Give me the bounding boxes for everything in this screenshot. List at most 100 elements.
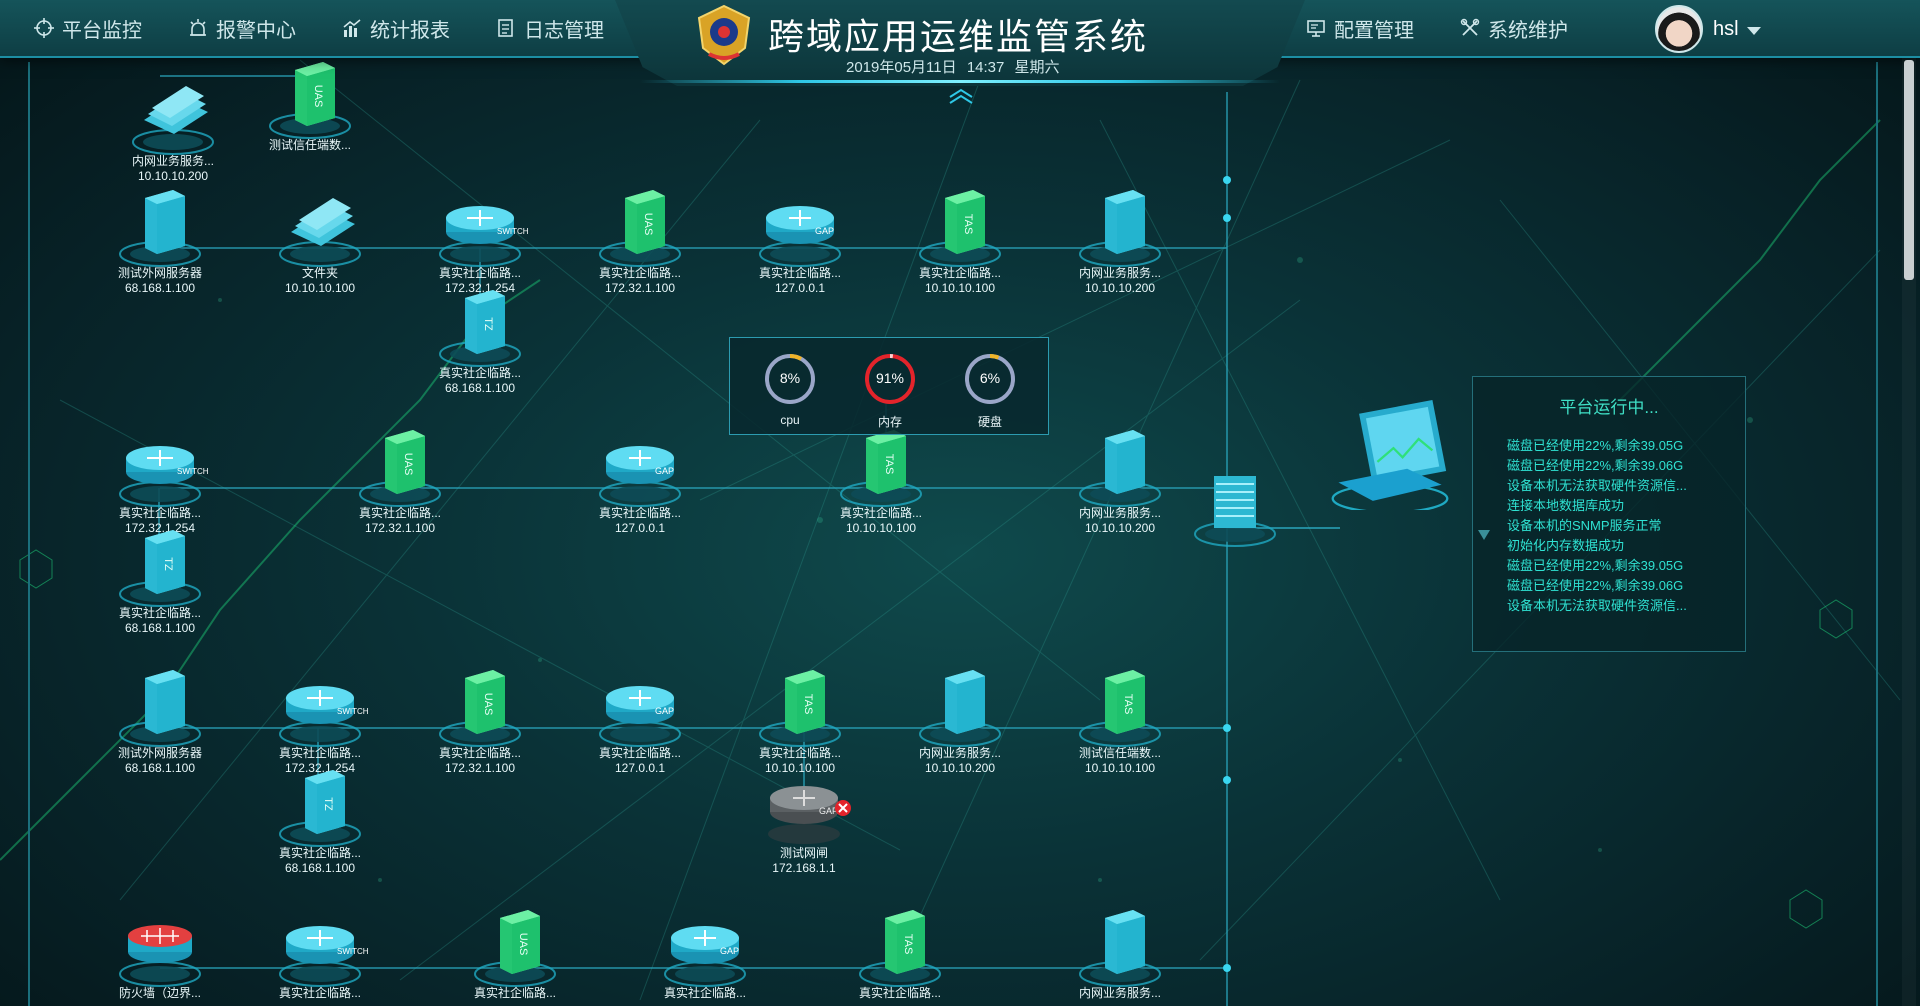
topology-node[interactable]: GAP 真实社企临路... 127.0.0.1: [745, 172, 855, 295]
topology-node[interactable]: UAS 真实社企临路... 172.32.1.100: [425, 652, 535, 775]
gap-icon: GAP: [745, 172, 855, 268]
topology-node[interactable]: GAP 真实社企临路...: [650, 892, 760, 1001]
police-emblem-icon: [697, 4, 751, 66]
panel-expand-icon[interactable]: [1478, 530, 1490, 540]
nav-label: 平台监控: [62, 19, 142, 42]
node-ip: 172.32.1.100: [444, 761, 516, 775]
status-log-list: 磁盘已经使用22%,剩余39.05G 磁盘已经使用22%,剩余39.06G 设备…: [1507, 436, 1745, 616]
uas-device-icon: UAS: [585, 172, 695, 268]
cpu-label: cpu: [780, 413, 800, 427]
topology-node[interactable]: UAS 真实社企临路... 172.32.1.100: [585, 172, 695, 295]
status-title: 平台运行中...: [1559, 398, 1659, 417]
node-ip: 10.10.10.100: [1084, 761, 1156, 775]
svg-text:GAP: GAP: [655, 706, 674, 716]
svg-text:GAP: GAP: [720, 946, 739, 956]
avatar[interactable]: [1655, 5, 1703, 53]
topology-node[interactable]: 测试外网服务器 68.168.1.100: [105, 652, 215, 775]
nav-log-management[interactable]: 日志管理: [496, 13, 604, 43]
topology-node[interactable]: UAS 测试信任端数...: [255, 44, 365, 153]
topology-node[interactable]: UAS 真实社企临路...: [460, 892, 570, 1001]
node-ip: 10.10.10.200: [1084, 281, 1156, 295]
svg-text:SWITCH: SWITCH: [337, 707, 369, 716]
chevron-down-icon[interactable]: [1746, 27, 1761, 35]
log-item: 连接本地数据库成功: [1507, 498, 1625, 513]
date-time-display: 2019年05月11日 14:37 星期六: [846, 56, 1060, 77]
scrollbar-thumb[interactable]: [1904, 60, 1914, 280]
svg-text:TAS: TAS: [962, 214, 974, 235]
server-icon: [1065, 172, 1175, 268]
svg-text:SWITCH: SWITCH: [177, 467, 209, 476]
alarm-icon: [190, 19, 206, 36]
log-item: 设备本机无法获取硬件资源信...: [1507, 478, 1687, 493]
topology-node[interactable]: 测试外网服务器 68.168.1.100: [105, 172, 215, 295]
node-ip: 172.32.1.100: [604, 281, 676, 295]
tas-device-icon: TAS: [905, 172, 1015, 268]
user-menu[interactable]: hsl: [1655, 5, 1761, 53]
topology-node[interactable]: [1180, 452, 1290, 547]
svg-text:TAS: TAS: [802, 694, 814, 715]
node-ip: 172.32.1.100: [364, 521, 436, 535]
collapse-up-icon[interactable]: [948, 88, 974, 104]
tz-device-icon: TZ: [105, 512, 215, 608]
node-ip: 68.168.1.100: [124, 281, 196, 295]
weekday-text: 星期六: [1014, 59, 1060, 76]
log-item: 磁盘已经使用22%,剩余39.05G: [1507, 438, 1684, 453]
topology-node[interactable]: 内网业务服务...: [1065, 892, 1175, 1001]
topology-node[interactable]: [1320, 400, 1449, 514]
node-ip: 68.168.1.100: [124, 761, 196, 775]
node-ip: 127.0.0.1: [614, 521, 666, 535]
topology-node[interactable]: TZ 真实社企临路... 68.168.1.100: [425, 272, 535, 395]
svg-text:TZ: TZ: [482, 317, 494, 331]
svg-text:TAS: TAS: [902, 934, 914, 955]
svg-text:UAS: UAS: [482, 693, 494, 716]
topology-node[interactable]: 内网业务服务... 10.10.10.200: [1065, 412, 1175, 535]
server-stack-icon: [1180, 452, 1290, 548]
topology-node[interactable]: 防火墙（边界...: [105, 892, 215, 1001]
nav-platform-monitor[interactable]: 平台监控: [34, 13, 142, 43]
uas-device-icon: UAS: [255, 44, 365, 140]
nav-config-management[interactable]: 配置管理: [1306, 13, 1414, 43]
log-item: 设备本机的SNMP服务正常: [1507, 518, 1662, 533]
disk-value: 6%: [979, 370, 1001, 386]
server-icon: [905, 652, 1015, 748]
log-item: 初始化内存数据成功: [1507, 538, 1625, 553]
memory-gauge: 91% 内存: [863, 352, 917, 430]
topology-node[interactable]: 文件夹 10.10.10.100: [265, 172, 375, 295]
uas-device-icon: UAS: [425, 652, 535, 748]
topology-node[interactable]: TAS 测试信任端数... 10.10.10.100: [1065, 652, 1175, 775]
nav-system-maintenance[interactable]: 系统维护: [1460, 13, 1568, 43]
node-ip: 127.0.0.1: [614, 761, 666, 775]
topology-node[interactable]: GAP 真实社企临路... 127.0.0.1: [585, 652, 695, 775]
node-ip: 68.168.1.100: [124, 621, 196, 635]
svg-text:TAS: TAS: [1122, 694, 1134, 715]
topology-node[interactable]: TAS 真实社企临路...: [845, 892, 955, 1001]
node-ip: 127.0.0.1: [774, 281, 826, 295]
node-ip: 68.168.1.100: [284, 861, 356, 875]
topology-node[interactable]: TZ 真实社企临路... 68.168.1.100: [105, 512, 215, 635]
topology-node[interactable]: 内网业务服务... 10.10.10.200: [905, 652, 1015, 775]
firewall-icon: [105, 892, 215, 988]
svg-text:UAS: UAS: [312, 85, 324, 108]
nav-label: 日志管理: [524, 19, 604, 42]
uas-device-icon: UAS: [460, 892, 570, 988]
topology-node[interactable]: GAP 真实社企临路... 127.0.0.1: [585, 412, 695, 535]
topology-node[interactable]: UAS 真实社企临路... 172.32.1.100: [345, 412, 455, 535]
nav-statistics[interactable]: 统计报表: [342, 13, 450, 43]
topology-node[interactable]: GAP 测试网闸 172.168.1.1: [749, 752, 859, 875]
memory-label: 内存: [877, 415, 902, 429]
node-ip: 68.168.1.100: [444, 381, 516, 395]
topology-node[interactable]: TZ 真实社企临路... 68.168.1.100: [265, 752, 375, 875]
tz-device-icon: TZ: [265, 752, 375, 848]
topology-node[interactable]: TAS 真实社企临路... 10.10.10.100: [905, 172, 1015, 295]
svg-text:GAP: GAP: [655, 466, 674, 476]
topology-node[interactable]: 内网业务服务... 10.10.10.200: [1065, 172, 1175, 295]
topology-node[interactable]: 内网业务服务... 10.10.10.200: [118, 60, 228, 183]
node-ip: 10.10.10.200: [924, 761, 996, 775]
server-icon: [105, 172, 215, 268]
switch-icon: SWITCH: [425, 172, 535, 268]
tools-icon: [1460, 18, 1480, 36]
nav-alarm-center[interactable]: 报警中心: [188, 13, 296, 43]
svg-text:TZ: TZ: [162, 557, 174, 571]
topology-node[interactable]: SWITCH 真实社企临路...: [265, 892, 375, 1001]
tas-device-icon: TAS: [1065, 652, 1175, 748]
